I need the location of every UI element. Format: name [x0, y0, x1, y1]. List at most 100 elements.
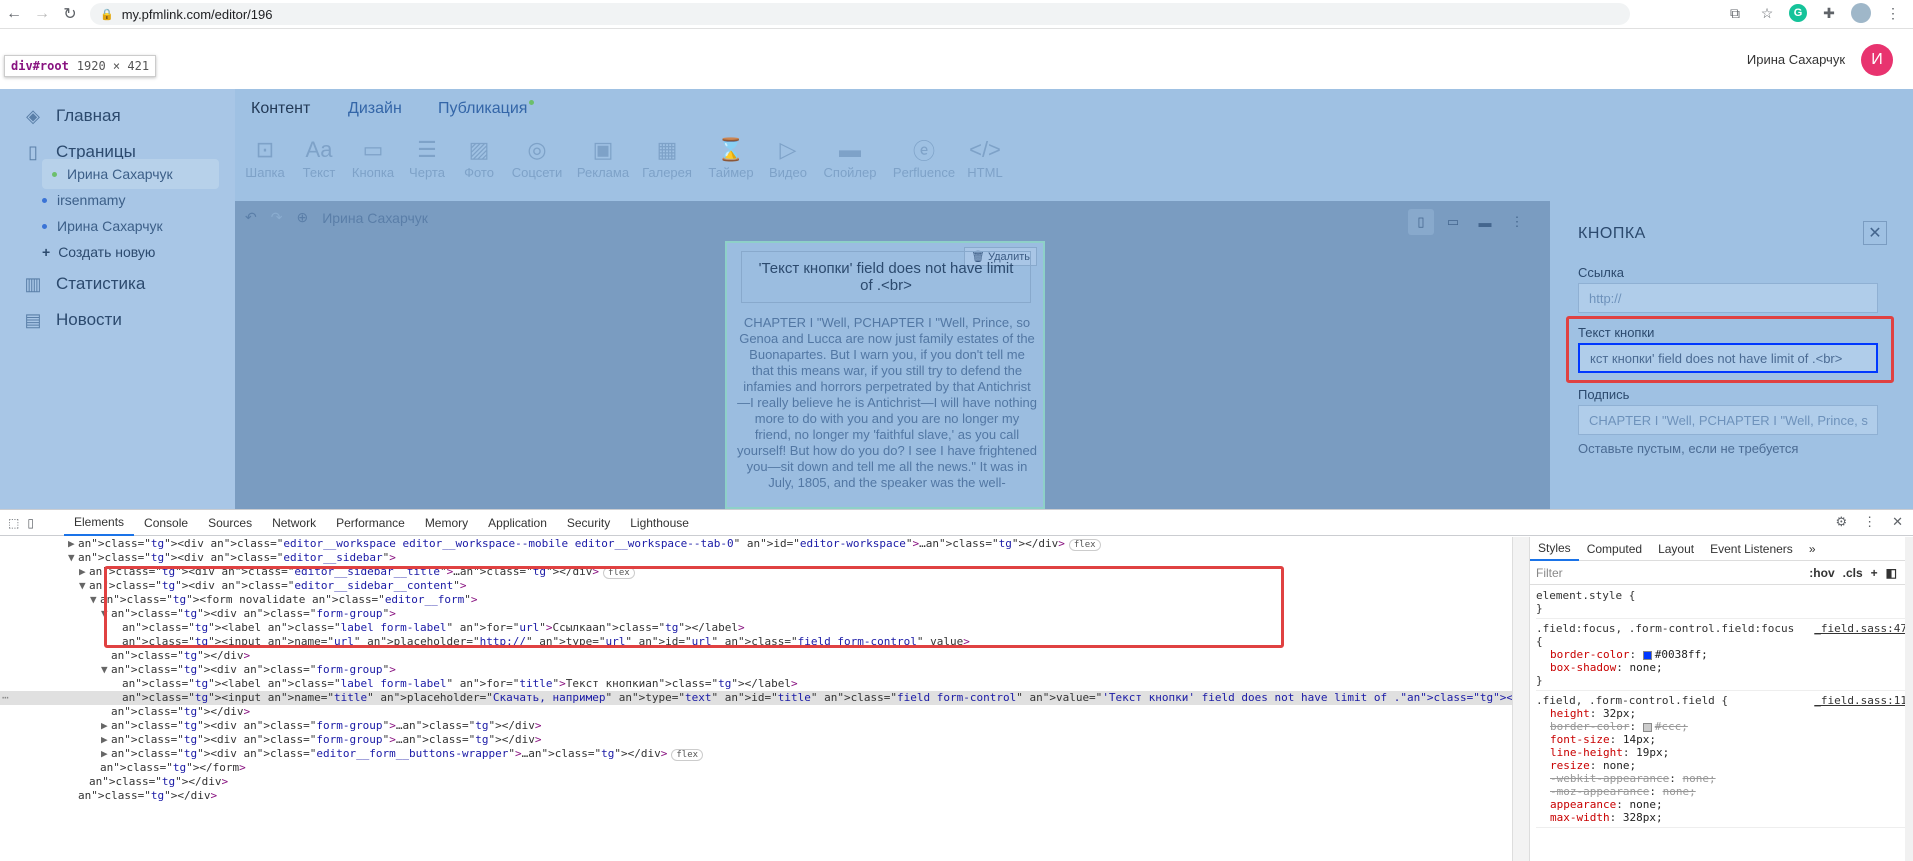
redo-icon[interactable]: ↷ [271, 209, 283, 226]
menu-dots-icon[interactable]: ⋮ [1883, 3, 1903, 23]
profile-icon[interactable] [1851, 3, 1871, 23]
tab-design[interactable]: Дизайн [348, 100, 402, 118]
more-dots-icon[interactable]: ⋮ [1504, 209, 1530, 235]
sidebar: ◈ Главная ▯ Страницы Ирина Сахарчук irse… [0, 89, 235, 509]
dom-node[interactable]: ▼ an">class="tg"><div an">class="form-gro… [0, 663, 1512, 677]
tab-layout[interactable]: Layout [1650, 537, 1702, 561]
inspect-icon[interactable]: ⬚ [8, 516, 19, 530]
user-name[interactable]: Ирина Сахарчук [1747, 52, 1845, 67]
tab-publish[interactable]: Публикация [438, 100, 535, 118]
more-tabs-icon[interactable]: » [1801, 537, 1824, 561]
tab-security[interactable]: Security [557, 510, 620, 536]
create-page-button[interactable]: + Создать новую [42, 237, 155, 267]
block-divider[interactable]: ☰ Черта [397, 135, 457, 180]
block-photo[interactable]: ▨ Фото [449, 135, 509, 180]
tab-application[interactable]: Application [478, 510, 557, 536]
rule-source[interactable]: _field.sass:47 [1814, 622, 1907, 635]
puzzle-icon[interactable]: ✚ [1819, 3, 1839, 23]
reload-icon[interactable]: ↻ [56, 0, 84, 28]
block-perfluence[interactable]: ⓔ Perfluence [889, 135, 959, 180]
block-spoiler[interactable]: ▬ Спойлер [820, 135, 880, 180]
block-html[interactable]: </> HTML [955, 135, 1015, 180]
translate-icon[interactable]: ⧉ [1725, 3, 1745, 23]
preview-button[interactable]: 'Текст кнопки' field does not have limit… [741, 251, 1031, 303]
dom-node-selected[interactable]: ⋯ an">class="tg"><input an">name="title" … [0, 691, 1512, 705]
close-icon[interactable]: ✕ [1863, 221, 1887, 245]
css-property[interactable]: border-color: #ccc; [1536, 720, 1907, 733]
tablet-view-icon[interactable]: ▭ [1440, 209, 1466, 235]
block-button[interactable]: ▭ Кнопка [343, 135, 403, 180]
scrollbar[interactable] [1905, 537, 1913, 861]
block-header[interactable]: ⊡ Шапка [235, 135, 295, 180]
desktop-view-icon[interactable]: ▬ [1472, 209, 1498, 235]
tab-sources[interactable]: Sources [198, 510, 262, 536]
dom-node[interactable]: ▶ an">class="tg"><div an">class="editor__… [0, 747, 1512, 761]
css-property[interactable]: max-width: 328px; [1536, 811, 1907, 824]
grammarly-icon[interactable]: G [1789, 4, 1807, 22]
dom-node[interactable]: an">class="tg"></div> [0, 789, 1512, 803]
tab-styles[interactable]: Styles [1530, 537, 1579, 561]
css-property[interactable]: -webkit-appearance: none; [1536, 772, 1907, 785]
css-property[interactable]: font-size: 14px; [1536, 733, 1907, 746]
pane-divider[interactable] [1512, 537, 1530, 861]
device-icon[interactable]: ▯ [27, 516, 34, 530]
tab-performance[interactable]: Performance [326, 510, 415, 536]
block-gallery[interactable]: ▦ Галерея [637, 135, 697, 180]
css-property[interactable]: appearance: none; [1536, 798, 1907, 811]
cls-button[interactable]: .cls [1843, 566, 1863, 580]
back-icon[interactable]: ← [0, 0, 28, 28]
tab-memory[interactable]: Memory [415, 510, 478, 536]
address-bar[interactable]: 🔒 my.pfmlink.com/editor/196 [90, 3, 1630, 25]
dom-node[interactable]: an">class="tg"></div> [0, 775, 1512, 789]
dom-node[interactable]: ▶ an">class="tg"><div an">class="editor__… [0, 537, 1512, 551]
button-text-input[interactable]: кст кнопки' field does not have limit of… [1578, 343, 1878, 373]
nav-item-news[interactable]: ▤ Новости [22, 309, 121, 331]
tab-event-listeners[interactable]: Event Listeners [1702, 537, 1801, 561]
css-property[interactable]: box-shadow: none; [1536, 661, 1907, 674]
block-social[interactable]: ◎ Соцсети [507, 135, 567, 180]
dom-node[interactable]: an">class="tg"></div> [0, 705, 1512, 719]
css-property[interactable]: border-color: #0038ff; [1536, 648, 1907, 661]
rule-source[interactable]: _field.sass:11 [1814, 694, 1907, 707]
tab-network[interactable]: Network [262, 510, 326, 536]
toggle-sidebar-icon[interactable]: ◧ [1886, 566, 1897, 580]
nav-item-home[interactable]: ◈ Главная [22, 105, 121, 127]
forward-icon[interactable]: → [28, 0, 56, 28]
layers-icon: ◈ [26, 105, 40, 126]
tab-lighthouse[interactable]: Lighthouse [620, 510, 699, 536]
css-property[interactable]: line-height: 19px; [1536, 746, 1907, 759]
css-property[interactable]: resize: none; [1536, 759, 1907, 772]
dom-node[interactable]: an">class="tg"></div> [0, 649, 1512, 663]
dom-node[interactable]: ▶ an">class="tg"><div an">class="form-gro… [0, 733, 1512, 747]
gear-icon[interactable]: ⚙ [1835, 514, 1847, 530]
close-icon[interactable]: ✕ [1892, 514, 1903, 530]
dom-node[interactable]: ▶ an">class="tg"><div an">class="form-gro… [0, 719, 1512, 733]
tab-content[interactable]: Контент [251, 100, 310, 118]
tab-elements[interactable]: Elements [64, 510, 135, 536]
avatar[interactable]: И [1861, 44, 1893, 76]
block-video[interactable]: ▷ Видео [758, 135, 818, 180]
nav-item-stats[interactable]: ▥ Статистика [22, 273, 145, 295]
filter-input[interactable]: Filter [1536, 566, 1563, 580]
hov-button[interactable]: :hov [1809, 566, 1834, 580]
undo-icon[interactable]: ↶ [245, 209, 257, 226]
more-dots-icon[interactable]: ⋮ [1863, 514, 1876, 530]
star-icon[interactable]: ☆ [1757, 3, 1777, 23]
dom-node[interactable]: an">class="tg"></form> [0, 761, 1512, 775]
css-property[interactable]: height: 32px; [1536, 707, 1907, 720]
css-property[interactable]: -moz-appearance: none; [1536, 785, 1907, 798]
link-input[interactable]: http:// [1578, 283, 1878, 313]
dom-node[interactable]: ▼ an">class="tg"><div an">class="editor__… [0, 551, 1512, 565]
block-timer[interactable]: ⌛ Таймер [701, 135, 761, 180]
mobile-view-icon[interactable]: ▯ [1408, 209, 1434, 235]
dom-node[interactable]: an">class="tg"><label an">class="label f… [0, 677, 1512, 691]
tab-console[interactable]: Console [134, 510, 198, 536]
styles-filter[interactable]: Filter :hov .cls + ◧ [1530, 561, 1913, 585]
block-ads[interactable]: ▣ Реклама [573, 135, 633, 180]
news-icon: ▤ [24, 309, 42, 330]
tab-computed[interactable]: Computed [1579, 537, 1650, 561]
code-icon: </> [969, 137, 1001, 162]
caption-input[interactable]: CHAPTER I "Well, PCHAPTER I "Well, Princ… [1578, 405, 1878, 435]
block-text[interactable]: Aa Текст [289, 135, 349, 180]
add-rule-icon[interactable]: + [1871, 566, 1878, 580]
